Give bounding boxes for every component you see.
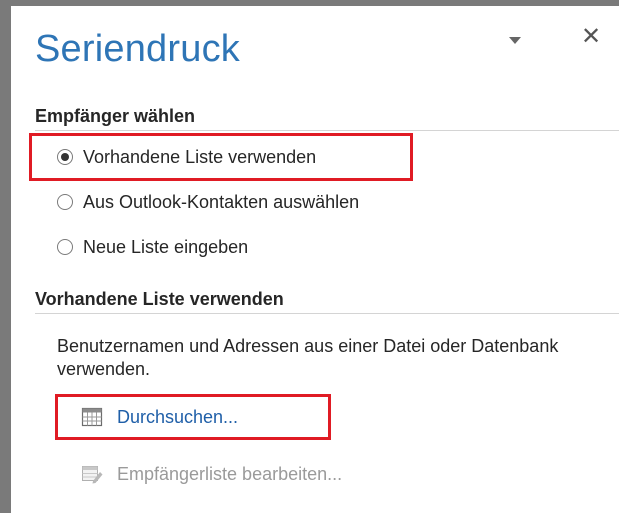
pane-title: Seriendruck <box>35 28 240 70</box>
radio-label: Aus Outlook-Kontakten auswählen <box>83 191 360 212</box>
edit-recipient-list-label: Empfängerliste bearbeiten... <box>117 463 343 484</box>
section-divider <box>35 313 619 314</box>
section-heading-existing-list: Vorhandene Liste verwenden <box>35 289 284 309</box>
highlight-box <box>55 394 331 440</box>
radio-new-list[interactable]: Neue Liste eingeben <box>57 233 248 261</box>
radio-label: Neue Liste eingeben <box>83 236 249 257</box>
section-divider <box>35 130 619 131</box>
edit-list-icon <box>82 466 103 484</box>
window-frame-left <box>0 0 11 513</box>
dropdown-arrow-icon <box>509 37 521 44</box>
radio-outlook-contacts[interactable]: Aus Outlook-Kontakten auswählen <box>57 188 359 216</box>
highlight-box <box>29 133 413 181</box>
pane-options-button[interactable] <box>504 34 526 48</box>
close-button[interactable]: ✕ <box>580 23 602 50</box>
radio-button[interactable] <box>57 239 73 255</box>
radio-button[interactable] <box>57 194 73 210</box>
edit-recipient-list-button: Empfängerliste bearbeiten... <box>81 460 342 488</box>
section-description: Benutzernamen und Adressen aus einer Dat… <box>57 336 559 379</box>
section-heading-recipients: Empfänger wählen <box>35 106 196 126</box>
mail-merge-pane: Seriendruck ✕ Empfänger wählen Vorhanden… <box>11 6 619 513</box>
close-icon: ✕ <box>580 23 602 50</box>
